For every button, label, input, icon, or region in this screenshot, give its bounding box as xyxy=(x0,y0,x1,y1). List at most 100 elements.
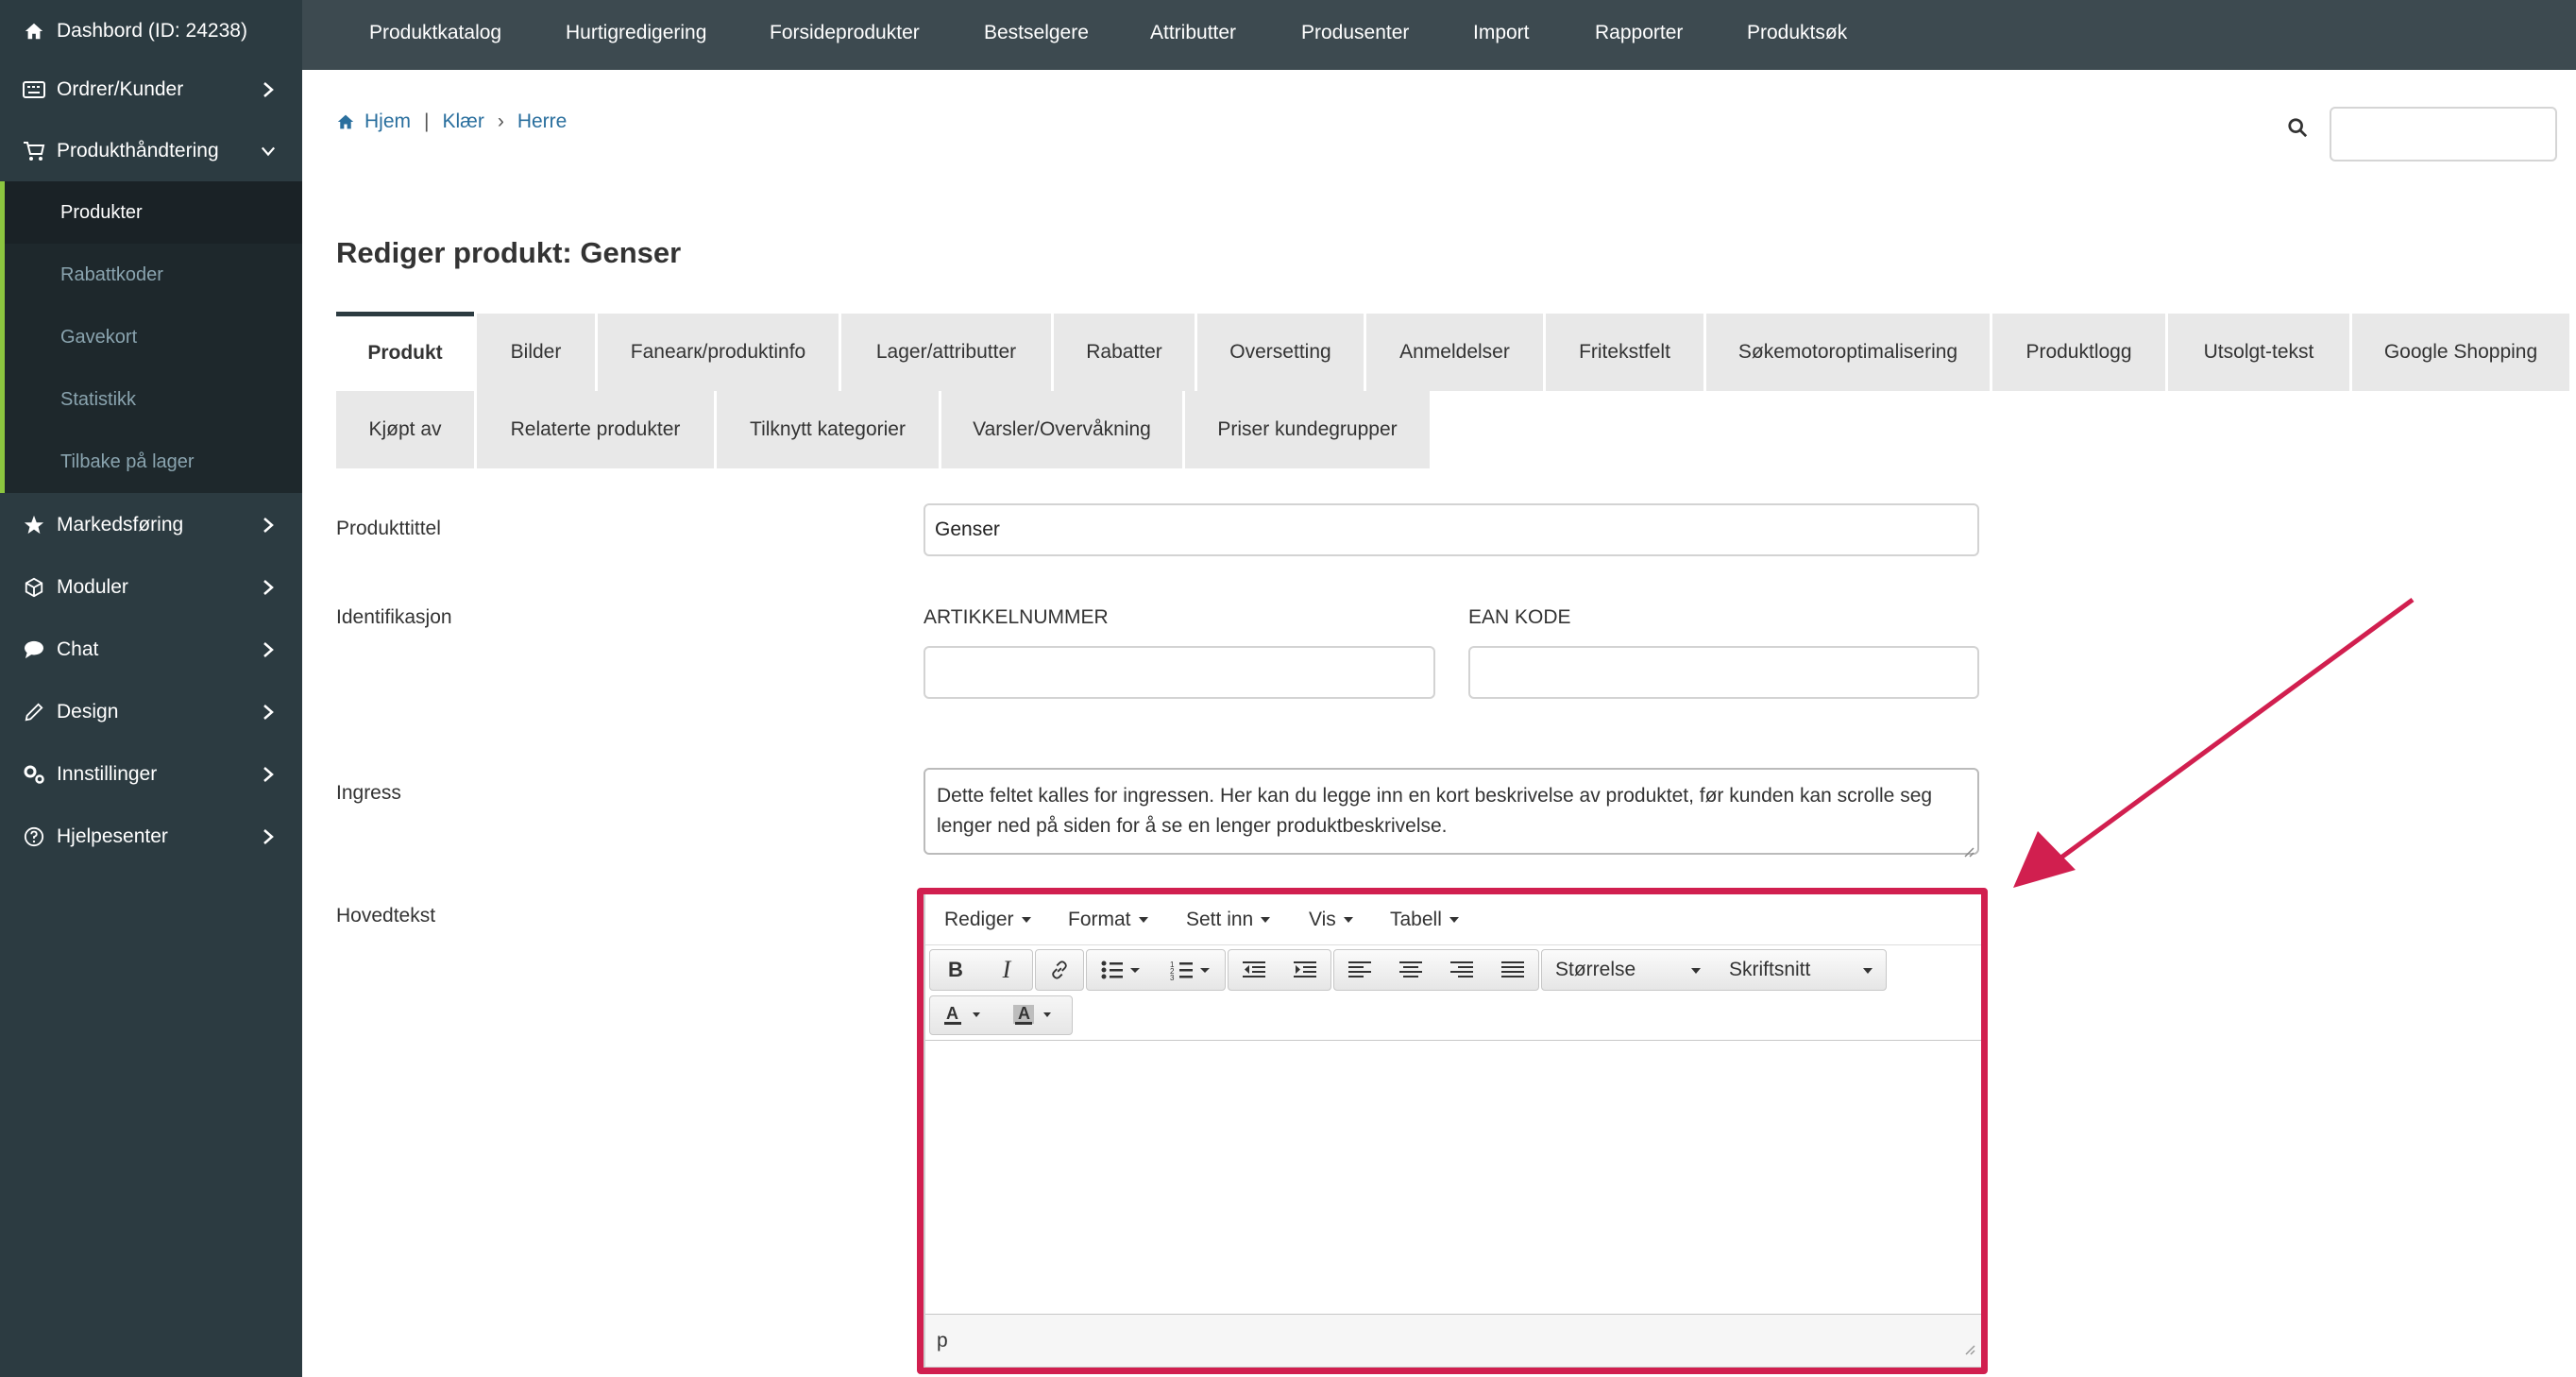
font-family-select[interactable]: Skriftsnitt xyxy=(1716,950,1886,990)
tab-product-log[interactable]: Produktlogg xyxy=(1992,314,2165,391)
editor-content-area[interactable] xyxy=(925,1040,1981,1316)
keyboard-icon xyxy=(23,78,45,101)
breadcrumb-category[interactable]: Klær xyxy=(442,110,483,133)
ingress-text: Dette feltet kalles for ingressen. Her k… xyxy=(937,785,1933,837)
toolbar-group-text-style: B I xyxy=(929,949,1033,991)
sidebar-item-label: Produkthåndtering xyxy=(57,140,219,162)
sidebar-item-products[interactable]: Produkthåndtering xyxy=(0,120,302,182)
sidebar-item-modules[interactable]: Moduler xyxy=(0,556,302,619)
align-justify-icon[interactable] xyxy=(1487,950,1538,990)
breadcrumb-subcategory[interactable]: Herre xyxy=(517,110,568,133)
sidebar-item-chat[interactable]: Chat xyxy=(0,619,302,681)
align-left-icon[interactable] xyxy=(1334,950,1385,990)
menu-table[interactable]: Tabell xyxy=(1390,893,1459,945)
toolbar-group-align xyxy=(1333,949,1539,991)
outdent-icon[interactable] xyxy=(1229,950,1280,990)
topnav-product-catalog[interactable]: Produktkatalog xyxy=(369,0,501,66)
bullet-list-icon[interactable] xyxy=(1087,950,1155,990)
tab-free-text[interactable]: Fritekstfelt xyxy=(1546,314,1703,391)
menu-format[interactable]: Format xyxy=(1068,893,1148,945)
sidebar-item-label: Moduler xyxy=(57,576,128,598)
submenu-item-products[interactable]: Produkter xyxy=(5,181,302,244)
topnav-front-products[interactable]: Forsideprodukter xyxy=(770,0,920,66)
resize-grip-icon[interactable] xyxy=(1961,837,1974,858)
topnav-attributes[interactable]: Attributter xyxy=(1150,0,1236,66)
sidebar-item-label: Dashbord (ID: 24238) xyxy=(57,20,247,42)
tab-discounts[interactable]: Rabatter xyxy=(1054,314,1195,391)
sku-input[interactable] xyxy=(924,646,1435,699)
topnav-manufacturers[interactable]: Produsenter xyxy=(1301,0,1409,66)
ean-input[interactable] xyxy=(1468,646,1979,699)
chevron-right-icon xyxy=(261,767,276,782)
tab-bought-by[interactable]: Kjøpt av xyxy=(336,391,474,468)
align-center-icon[interactable] xyxy=(1385,950,1436,990)
submenu-item-gift-cards[interactable]: Gavekort xyxy=(5,306,302,368)
menu-view[interactable]: Vis xyxy=(1309,893,1353,945)
breadcrumb-home[interactable]: Hjem xyxy=(364,110,411,133)
svg-text:A: A xyxy=(1018,1004,1030,1023)
caret-down-icon xyxy=(1021,916,1031,923)
tab-customer-group-prices[interactable]: Priser kundegrupper xyxy=(1185,391,1430,468)
select-label: Størrelse xyxy=(1555,959,1636,980)
tab-product-info[interactable]: Fanearк/produktinfo xyxy=(598,314,839,391)
chevron-right-icon xyxy=(261,82,276,97)
topnav-bestsellers[interactable]: Bestselgere xyxy=(984,0,1089,66)
topnav-reports[interactable]: Rapporter xyxy=(1595,0,1683,66)
tab-product[interactable]: Produkt xyxy=(336,312,474,389)
caret-down-icon xyxy=(1863,968,1873,974)
resize-grip-icon[interactable] xyxy=(1962,1338,1975,1361)
tab-sold-out-text[interactable]: Utsolgt-tekst xyxy=(2168,314,2349,391)
breadcrumb-separator: › xyxy=(497,110,504,132)
tab-translation[interactable]: Oversetting xyxy=(1197,314,1364,391)
sidebar-item-label: Ordrer/Kunder xyxy=(57,78,184,100)
sidebar-item-label: Innstillinger xyxy=(57,763,158,785)
product-title-input[interactable]: Genser xyxy=(924,503,1979,556)
ingress-textarea[interactable]: Dette feltet kalles for ingressen. Her k… xyxy=(924,768,1979,858)
topnav-quick-edit[interactable]: Hurtigredigering xyxy=(566,0,706,66)
search-input[interactable] xyxy=(2330,107,2557,162)
submenu-item-back-in-stock[interactable]: Tilbake på lager xyxy=(5,431,302,493)
submenu-item-statistics[interactable]: Statistikk xyxy=(5,368,302,431)
bold-icon[interactable]: B xyxy=(930,950,981,990)
text-color-icon[interactable]: A xyxy=(930,996,998,1034)
svg-text:A: A xyxy=(946,1004,958,1023)
tab-google-shopping[interactable]: Google Shopping xyxy=(2352,314,2569,391)
cart-icon xyxy=(23,140,45,162)
tab-categories[interactable]: Tilknytt kategorier xyxy=(717,391,939,468)
submenu-item-discount-codes[interactable]: Rabattkoder xyxy=(5,244,302,306)
menu-edit[interactable]: Rediger xyxy=(944,893,1031,945)
sidebar-item-marketing[interactable]: Markedsføring xyxy=(0,494,302,556)
tab-images[interactable]: Bilder xyxy=(477,314,595,391)
menu-label: Rediger xyxy=(944,908,1014,930)
caret-down-icon xyxy=(1138,916,1148,923)
indent-icon[interactable] xyxy=(1280,950,1330,990)
align-right-icon[interactable] xyxy=(1436,950,1487,990)
topnav-import[interactable]: Import xyxy=(1473,0,1530,66)
home-icon[interactable] xyxy=(336,113,355,130)
italic-icon[interactable]: I xyxy=(981,950,1032,990)
toolbar-group-lists: 123 xyxy=(1086,949,1226,991)
cube-icon xyxy=(23,576,45,599)
tab-seo[interactable]: Søkemotoroptimalisering xyxy=(1706,314,1990,391)
menu-insert[interactable]: Sett inn xyxy=(1186,893,1271,945)
numbered-list-icon[interactable]: 123 xyxy=(1157,950,1225,990)
sidebar-item-dashboard[interactable]: Dashbord (ID: 24238) xyxy=(0,0,302,62)
sidebar-item-help[interactable]: Hjelpesenter xyxy=(0,806,302,868)
sidebar-item-settings[interactable]: Innstillinger xyxy=(0,743,302,806)
sidebar-item-design[interactable]: Design xyxy=(0,681,302,743)
search-icon[interactable] xyxy=(2287,117,2308,138)
tab-related-products[interactable]: Relaterte produkter xyxy=(477,391,714,468)
font-size-select[interactable]: Størrelse xyxy=(1542,950,1714,990)
topnav-product-search[interactable]: Produktsøk xyxy=(1747,0,1847,66)
sidebar-item-label: Hjelpesenter xyxy=(57,825,168,847)
star-icon xyxy=(23,514,45,536)
pencil-icon xyxy=(23,701,45,723)
sidebar-item-orders[interactable]: Ordrer/Kunder xyxy=(0,59,302,121)
link-icon[interactable] xyxy=(1036,950,1083,990)
menu-label: Format xyxy=(1068,908,1131,930)
element-path[interactable]: p xyxy=(937,1330,948,1352)
background-color-icon[interactable]: A xyxy=(1000,996,1070,1034)
tab-reviews[interactable]: Anmeldelser xyxy=(1366,314,1543,391)
tab-alerts[interactable]: Varsler/Overvåkning xyxy=(941,391,1182,468)
tab-stock-attributes[interactable]: Lager/attributter xyxy=(841,314,1051,391)
